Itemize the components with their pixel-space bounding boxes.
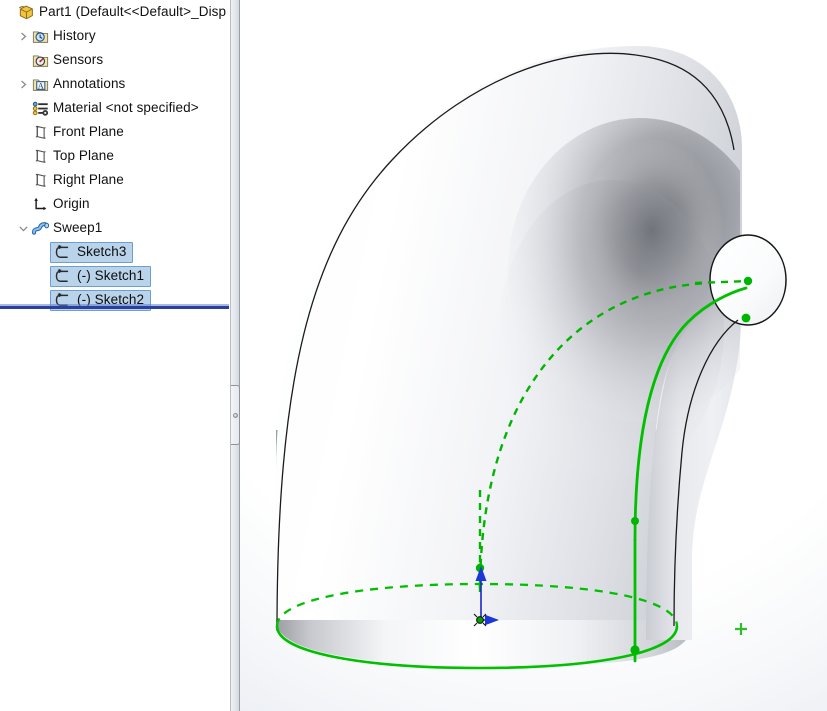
plane-icon <box>30 170 50 190</box>
throat-soft-falloff <box>500 180 724 480</box>
part-icon <box>16 2 36 22</box>
tree-item-label: Sensors <box>53 52 104 67</box>
tree-twisty-placeholder <box>36 264 50 288</box>
tree-item-sweep1[interactable]: Sweep1 <box>0 216 230 240</box>
solidworks-window: A <box>0 0 827 711</box>
tree-item-body-annotations[interactable]: Annotations <box>30 74 125 94</box>
tree-item-right-plane[interactable]: Right Plane <box>0 168 230 192</box>
tree-item-body-sensors[interactable]: Sensors <box>30 50 103 70</box>
tree-item-sensors[interactable]: Sensors <box>0 48 230 72</box>
tree-twisty-placeholder <box>16 192 30 216</box>
sketch-icon <box>53 242 73 262</box>
annotations-icon <box>30 74 50 94</box>
tree-twisty-placeholder <box>16 168 30 192</box>
tree-item-body-material[interactable]: Material <not specified> <box>30 98 199 118</box>
tree-item-label: Sweep1 <box>53 220 103 235</box>
grip-dot-icon <box>232 412 238 418</box>
tree-item-sketch3[interactable]: Sketch3 <box>0 240 230 264</box>
tree-item-selected-sketch3[interactable]: Sketch3 <box>50 241 134 263</box>
graphics-area[interactable] <box>240 0 827 711</box>
tree-twisty-placeholder <box>16 144 30 168</box>
tree-item-label: History <box>53 28 96 43</box>
chevron-right-icon[interactable] <box>16 24 30 48</box>
tree-item-body-history[interactable]: History <box>30 26 96 46</box>
tree-twisty-placeholder <box>36 240 50 264</box>
tree-item-label: Origin <box>53 196 90 211</box>
sensors-icon <box>30 50 50 70</box>
tree-twisty-placeholder <box>16 120 30 144</box>
origin-point[interactable] <box>476 616 484 624</box>
tree-item-origin[interactable]: Origin <box>0 192 230 216</box>
plane-icon <box>30 146 50 166</box>
panel-splitter[interactable] <box>231 0 240 711</box>
feature-tree[interactable]: Part1 (Default<<Default>_Disp History Sens… <box>0 0 230 312</box>
sketch-point-path-bottom[interactable] <box>630 645 640 655</box>
origin-icon <box>30 194 50 214</box>
tree-item-body-origin[interactable]: Origin <box>30 194 90 214</box>
tree-item-label: Sketch3 <box>77 244 127 259</box>
history-icon <box>30 26 50 46</box>
tree-item-body-right-plane[interactable]: Right Plane <box>30 170 124 190</box>
sketch-point-path-mid[interactable] <box>631 517 639 525</box>
tree-item-body-sweep1[interactable]: Sweep1 <box>30 218 102 238</box>
crosshair-marker-icon <box>735 623 747 635</box>
sketch-point-cap-center[interactable] <box>743 276 753 286</box>
sweep-icon <box>30 218 50 238</box>
tree-item-sketch1[interactable]: (-) Sketch1 <box>0 264 230 288</box>
tree-item-body-part-root[interactable]: Part1 (Default<<Default>_Disp <box>16 2 226 22</box>
sketch-icon <box>53 266 73 286</box>
tree-item-part-root[interactable]: Part1 (Default<<Default>_Disp <box>0 0 230 24</box>
swept-elbow-solid[interactable] <box>276 46 787 669</box>
chevron-right-icon[interactable] <box>16 72 30 96</box>
tree-item-label: Part1 (Default<<Default>_Disp <box>39 4 227 19</box>
splitter-grip[interactable] <box>231 385 240 445</box>
rollback-bar[interactable] <box>0 304 229 309</box>
tree-item-label: Top Plane <box>53 148 114 163</box>
plane-icon <box>30 122 50 142</box>
model-canvas[interactable] <box>240 0 827 711</box>
tree-item-label: Right Plane <box>53 172 124 187</box>
tree-item-body-front-plane[interactable]: Front Plane <box>30 122 124 142</box>
tree-item-top-plane[interactable]: Top Plane <box>0 144 230 168</box>
tree-item-material[interactable]: Material <not specified> <box>0 96 230 120</box>
tree-item-history[interactable]: History <box>0 24 230 48</box>
tree-item-label: Annotations <box>53 76 126 91</box>
sketch-point-path-top[interactable] <box>741 313 751 323</box>
tree-item-body-top-plane[interactable]: Top Plane <box>30 146 114 166</box>
tree-twisty-placeholder <box>16 48 30 72</box>
tree-item-label: (-) Sketch1 <box>77 268 145 283</box>
feature-manager-panel: A <box>0 0 231 711</box>
tree-item-label: Material <not specified> <box>53 100 199 115</box>
tree-twisty-placeholder <box>16 96 30 120</box>
tree-item-annotations[interactable]: Annotations <box>0 72 230 96</box>
material-icon <box>30 98 50 118</box>
tree-item-selected-sketch1[interactable]: (-) Sketch1 <box>50 265 152 287</box>
tree-item-label: Front Plane <box>53 124 124 139</box>
chevron-down-icon[interactable] <box>16 216 30 240</box>
tree-twisty-placeholder <box>2 0 16 24</box>
tree-item-front-plane[interactable]: Front Plane <box>0 120 230 144</box>
